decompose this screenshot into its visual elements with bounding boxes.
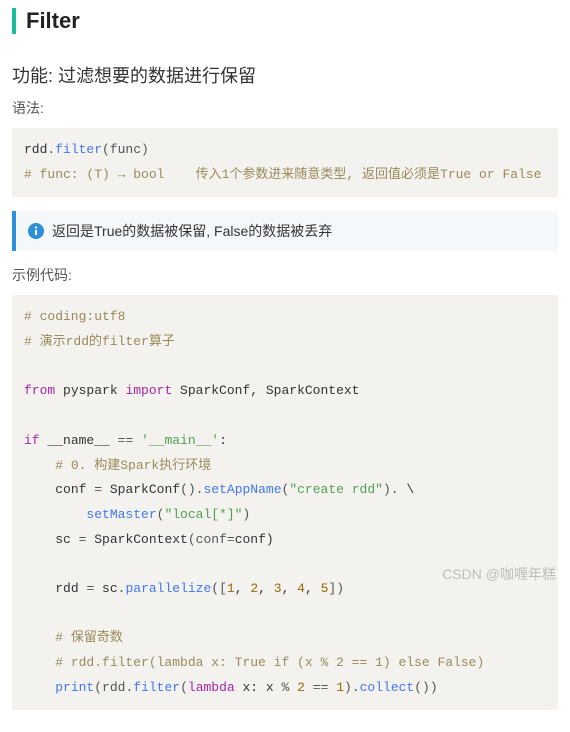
page-title: Filter xyxy=(26,8,558,34)
code-line: # 0. 构建Spark执行环境 xyxy=(24,454,546,479)
code-comment: # coding:utf8 xyxy=(24,305,546,330)
info-icon xyxy=(28,223,44,239)
code-line xyxy=(24,552,546,577)
code-line xyxy=(24,602,546,627)
syntax-label: 语法: xyxy=(12,98,558,118)
title-block: Filter xyxy=(12,8,558,34)
code-comment: # 演示rdd的filter算子 xyxy=(24,330,546,355)
info-callout: 返回是True的数据被保留, False的数据被丢弃 xyxy=(12,211,558,251)
code-line: rdd.filter(func) xyxy=(24,138,546,163)
code-line: if __name__ == '__main__': xyxy=(24,429,546,454)
code-line xyxy=(24,404,546,429)
code-comment: # func: (T) → bool 传入1个参数进来随意类型, 返回值必须是T… xyxy=(24,163,546,188)
code-line: rdd = sc.parallelize([1, 2, 3, 4, 5]) xyxy=(24,577,546,602)
code-line: # rdd.filter(lambda x: True if (x % 2 ==… xyxy=(24,651,546,676)
code-line: # 保留奇数 xyxy=(24,626,546,651)
code-line: from pyspark import SparkConf, SparkCont… xyxy=(24,379,546,404)
function-subhead: 功能: 过滤想要的数据进行保留 xyxy=(12,62,558,88)
code-line: sc = SparkContext(conf=conf) xyxy=(24,528,546,553)
example-codeblock: # coding:utf8 # 演示rdd的filter算子 from pysp… xyxy=(12,295,558,710)
code-line: setMaster("local[*]") xyxy=(24,503,546,528)
code-line xyxy=(24,355,546,380)
info-text: 返回是True的数据被保留, False的数据被丢弃 xyxy=(52,221,332,241)
code-line: conf = SparkConf().setAppName("create rd… xyxy=(24,478,546,503)
code-line: print(rdd.filter(lambda x: x % 2 == 1).c… xyxy=(24,676,546,701)
syntax-codeblock: rdd.filter(func) # func: (T) → bool 传入1个… xyxy=(12,128,558,197)
example-label: 示例代码: xyxy=(12,265,558,285)
